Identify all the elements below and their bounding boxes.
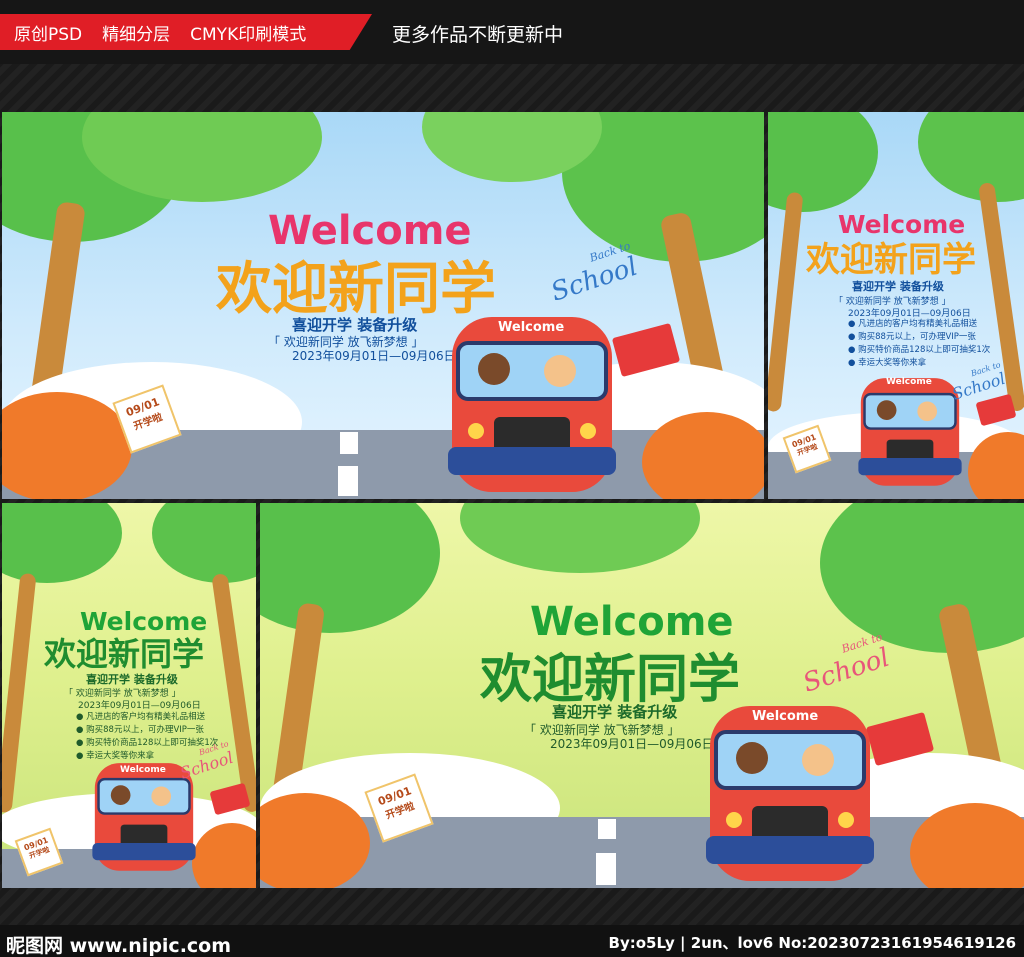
slogan: 喜迎开学 装备升级	[852, 280, 944, 293]
date-range: 2023年09月01日—09月06日	[78, 701, 201, 711]
promo-item: ● 凡进店的客户均有精美礼品相送	[76, 712, 206, 722]
promo-item: ● 幸运大奖等你来拿	[848, 358, 927, 368]
bus-sign: Welcome	[886, 377, 932, 387]
bus-sign: Welcome	[498, 320, 565, 335]
back-to-school-script: Back to School	[544, 239, 642, 307]
poster-portrait-blue: Welcome 欢迎新同学 喜迎开学 装备升级 「 欢迎新同学 放飞新梦想 」 …	[768, 112, 1024, 499]
preview-page: 原创PSD 精细分层 CMYK印刷模式 更多作品不断更新中 Welcome 欢迎…	[0, 0, 1024, 957]
tag-psd: 原创PSD	[14, 24, 83, 45]
headline: 欢迎新同学	[806, 240, 976, 280]
date-range: 2023年09月01日—09月06日	[550, 737, 714, 751]
top-banner: 原创PSD 精细分层 CMYK印刷模式 更多作品不断更新中	[0, 0, 1024, 64]
flying-book	[975, 393, 1017, 427]
promo-list: ● 凡进店的客户均有精美礼品相送 ● 购买88元以上，可办理VIP一张 ● 购买…	[848, 318, 990, 370]
back-to-school-script: Back to School	[796, 630, 894, 698]
bus-sign: Welcome	[120, 765, 166, 775]
date-range: 2023年09月01日—09月06日	[292, 349, 456, 363]
promo-item: ● 凡进店的客户均有精美礼品相送	[848, 319, 978, 329]
slogan: 喜迎开学 装备升级	[292, 316, 418, 334]
promo-item: ● 购买88元以上，可办理VIP一张	[848, 332, 976, 342]
tag-layers: 精细分层	[102, 24, 171, 45]
feature-tags: 原创PSD 精细分层 CMYK印刷模式	[0, 14, 372, 50]
school-bus	[448, 317, 616, 492]
school-bus	[858, 378, 962, 486]
promo-item: ● 购买特价商品128以上即可抽奖1次	[848, 345, 991, 355]
more-works-text: 更多作品不断更新中	[392, 24, 564, 46]
site-logo: 昵图网 www.nipic.com	[6, 935, 232, 957]
poster-portrait-green: Welcome 欢迎新同学 喜迎开学 装备升级 「 欢迎新同学 放飞新梦想 」 …	[2, 503, 256, 888]
credit-text: By:o5Ly | 2un、lov6 No:202307231619546191…	[608, 934, 1016, 952]
headline: 欢迎新同学	[44, 635, 205, 673]
slogan: 喜迎开学 装备升级	[552, 703, 678, 721]
slogan: 喜迎开学 装备升级	[86, 673, 178, 686]
poster-landscape-green: Welcome 欢迎新同学 喜迎开学 装备升级 「 欢迎新同学 放飞新梦想 」 …	[260, 503, 1024, 888]
promo-item: ● 购买88元以上，可办理VIP一张	[76, 725, 204, 735]
tag-cmyk: CMYK印刷模式	[190, 24, 307, 45]
poster-landscape-blue: Welcome 欢迎新同学 喜迎开学 装备升级 「 欢迎新同学 放飞新梦想 」 …	[2, 112, 764, 499]
school-bus	[706, 706, 874, 881]
bus-sign: Welcome	[752, 709, 819, 724]
